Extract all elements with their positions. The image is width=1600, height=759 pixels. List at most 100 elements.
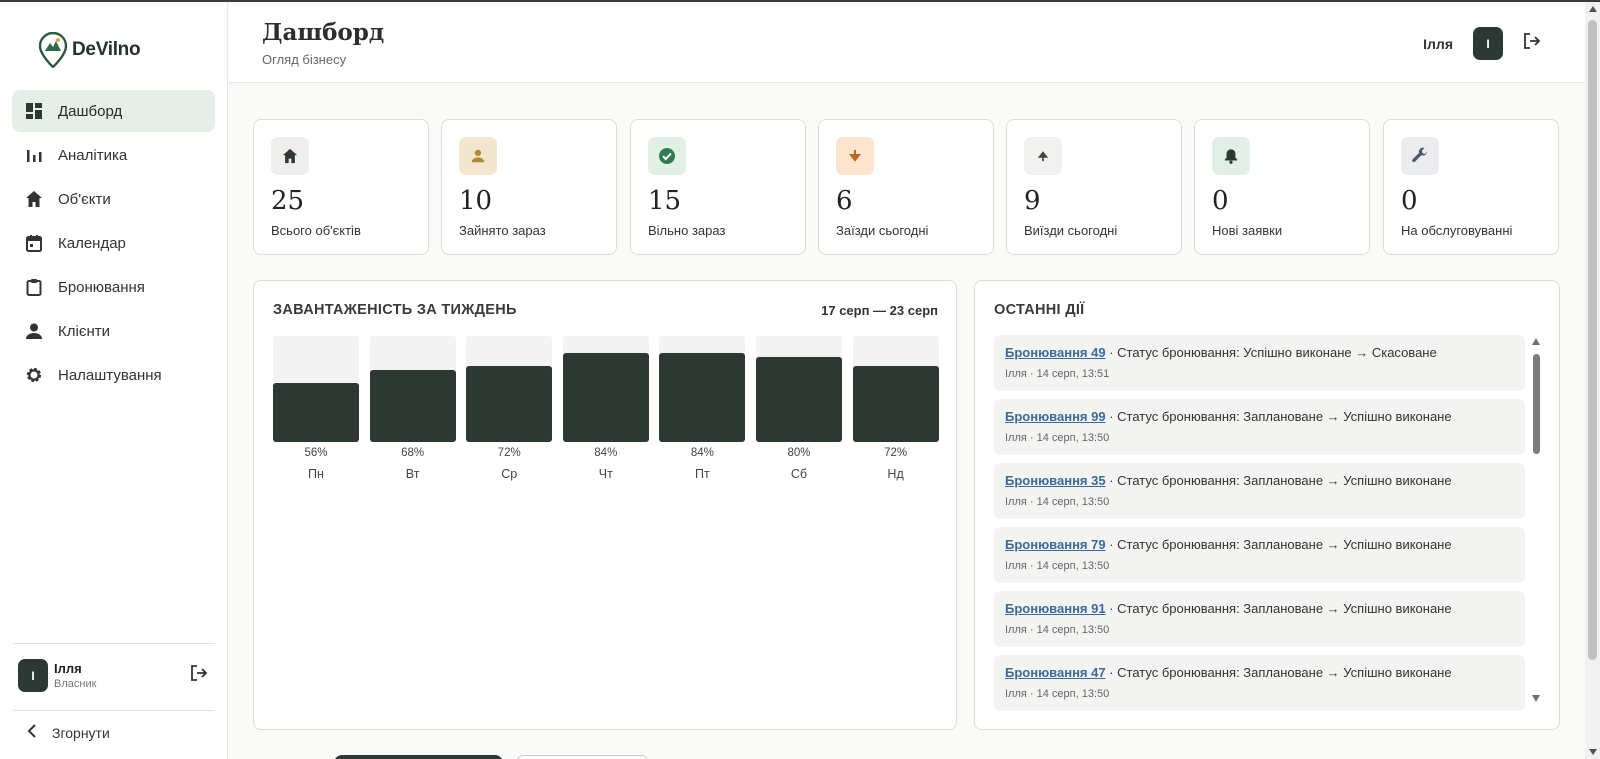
stat-label: Зайнято зараз	[459, 223, 546, 238]
bar[interactable]	[852, 365, 939, 442]
scrollbar-thumb[interactable]	[1533, 354, 1540, 454]
bar[interactable]	[466, 365, 553, 442]
sidebar-item-calendar[interactable]: Календар	[12, 222, 215, 264]
stat-label: На обслуговуванні	[1401, 223, 1513, 238]
booking-link[interactable]: Бронювання 49	[1005, 345, 1106, 360]
logout-icon[interactable]	[190, 664, 208, 687]
sidebar-item-label: Бронювання	[58, 278, 145, 296]
stat-card-new-requests[interactable]: 0 Нові заявки	[1194, 119, 1370, 255]
booking-link[interactable]: Бронювання 47	[1005, 665, 1106, 680]
stat-card-free[interactable]: 15 Вільно зараз	[630, 119, 806, 255]
person-icon	[24, 321, 44, 341]
booking-link[interactable]: Бронювання 91	[1005, 601, 1106, 616]
bar[interactable]	[659, 352, 746, 442]
stat-value: 15	[648, 186, 682, 216]
activity-text: · Статус бронювання: Заплановане → Успіш…	[1105, 665, 1452, 680]
logo[interactable]: DeVilno	[38, 32, 141, 68]
sidebar-item-dashboard[interactable]: Дашборд	[12, 90, 215, 132]
bar-value-label: 72%	[884, 447, 908, 459]
stat-value: 6	[836, 186, 853, 216]
stat-label: Вільно зараз	[648, 223, 726, 238]
activity-item: Бронювання 99 · Статус бронювання: Запла…	[994, 399, 1525, 455]
sidebar-item-label: Об'єкти	[58, 190, 111, 208]
scrollbar-thumb[interactable]	[1588, 20, 1597, 660]
bar[interactable]	[273, 382, 359, 442]
bar-category-label: Ср	[501, 467, 518, 481]
bar-track	[273, 336, 359, 442]
stat-card-checkouts-today[interactable]: 9 Виїзди сьогодні	[1006, 119, 1182, 255]
collapse-button[interactable]: Згорнути	[26, 724, 110, 741]
sidebar-item-settings[interactable]: Налаштування	[12, 354, 215, 396]
stat-card-checkins-today[interactable]: 6 Заїзди сьогодні	[818, 119, 994, 255]
sidebar-item-objects[interactable]: Об'єкти	[12, 178, 215, 220]
stat-card-maintenance[interactable]: 0 На обслуговуванні	[1383, 119, 1559, 255]
bar-value-label: 84%	[594, 447, 618, 459]
stat-value: 0	[1212, 186, 1229, 216]
bar-track	[562, 336, 649, 442]
page-subtitle: Огляд бізнесу	[262, 52, 347, 67]
logo-pin-icon	[38, 32, 68, 68]
scroll-down-icon[interactable]	[1589, 749, 1597, 755]
sidebar-item-label: Налаштування	[58, 366, 162, 384]
arrow-down-icon	[836, 137, 874, 175]
sidebar-item-label: Дашборд	[58, 102, 123, 120]
scroll-up-icon[interactable]	[1532, 338, 1540, 345]
header-user-name: Ілля	[1423, 35, 1453, 52]
bar-track	[369, 336, 456, 442]
stat-label: Заїзди сьогодні	[836, 223, 929, 238]
wrench-icon	[1401, 137, 1439, 175]
bar[interactable]	[756, 357, 842, 442]
analytics-icon	[24, 145, 44, 165]
activity-meta: Ілля · 14 серп, 13:50	[1005, 432, 1110, 444]
avatar[interactable]: І	[18, 659, 48, 692]
stat-card-occupied[interactable]: 10 Зайнято зараз	[441, 119, 617, 255]
scroll-down-icon[interactable]	[1532, 695, 1540, 702]
booking-link[interactable]: Бронювання 79	[1005, 537, 1106, 552]
sidebar-item-analytics[interactable]: Аналітика	[12, 134, 215, 176]
avatar[interactable]: І	[1473, 27, 1503, 60]
date-range: 17 серп — 23 серп	[821, 303, 938, 318]
page-scrollbar[interactable]	[1585, 2, 1600, 759]
bar-value-label: 72%	[497, 447, 521, 459]
stat-value: 25	[271, 186, 305, 216]
bar[interactable]	[369, 369, 456, 442]
scroll-up-icon[interactable]	[1589, 6, 1597, 12]
logout-icon[interactable]	[1523, 32, 1541, 55]
stat-card-total-objects[interactable]: 25 Всього об'єктів	[253, 119, 429, 255]
home-icon	[271, 137, 309, 175]
user-role: Власник	[54, 678, 97, 690]
user-name: Ілля	[54, 661, 82, 676]
secondary-button[interactable]	[516, 755, 649, 759]
calendar-icon	[24, 233, 44, 253]
bar-value-label: 68%	[401, 447, 425, 459]
bar[interactable]	[562, 352, 649, 442]
activity-text: · Статус бронювання: Успішно виконане → …	[1105, 345, 1437, 360]
bar-category-label: Сб	[790, 467, 808, 481]
stat-value: 10	[459, 186, 493, 216]
activity-meta: Ілля · 14 серп, 13:51	[1005, 368, 1110, 380]
sidebar-item-clients[interactable]: Клієнти	[12, 310, 215, 352]
activity-scrollbar[interactable]	[1530, 338, 1542, 702]
booking-link[interactable]: Бронювання 99	[1005, 409, 1106, 424]
occupancy-panel: ЗАВАНТАЖЕНІСТЬ ЗА ТИЖДЕНЬ 17 серп — 23 с…	[253, 280, 957, 730]
primary-button[interactable]	[334, 755, 503, 759]
stat-label: Нові заявки	[1212, 223, 1283, 238]
activity-text: · Статус бронювання: Заплановане → Успіш…	[1105, 473, 1452, 488]
person-icon	[459, 137, 497, 175]
dashboard-icon	[24, 101, 44, 121]
chevron-left-icon	[26, 724, 38, 741]
divider	[12, 710, 215, 711]
stat-value: 9	[1024, 186, 1041, 216]
booking-link[interactable]: Бронювання 35	[1005, 473, 1106, 488]
activity-panel: ОСТАННІ ДІЇ Бронювання 49 · Статус броню…	[974, 280, 1560, 730]
activity-item: Бронювання 79 · Статус бронювання: Запла…	[994, 527, 1525, 583]
bar-value-label: 80%	[787, 447, 811, 459]
page-title: Дашборд	[262, 19, 385, 46]
sidebar-item-bookings[interactable]: Бронювання	[12, 266, 215, 308]
activity-meta: Ілля · 14 серп, 13:50	[1005, 624, 1110, 636]
bar-category-label: Вт	[405, 467, 420, 481]
bar-value-label: 84%	[690, 447, 714, 459]
activity-item: Бронювання 91 · Статус бронювання: Запла…	[994, 591, 1525, 647]
bar-track	[659, 336, 746, 442]
sidebar-nav: Дашборд Аналітика Об'єкти Календар Броню…	[12, 90, 215, 398]
